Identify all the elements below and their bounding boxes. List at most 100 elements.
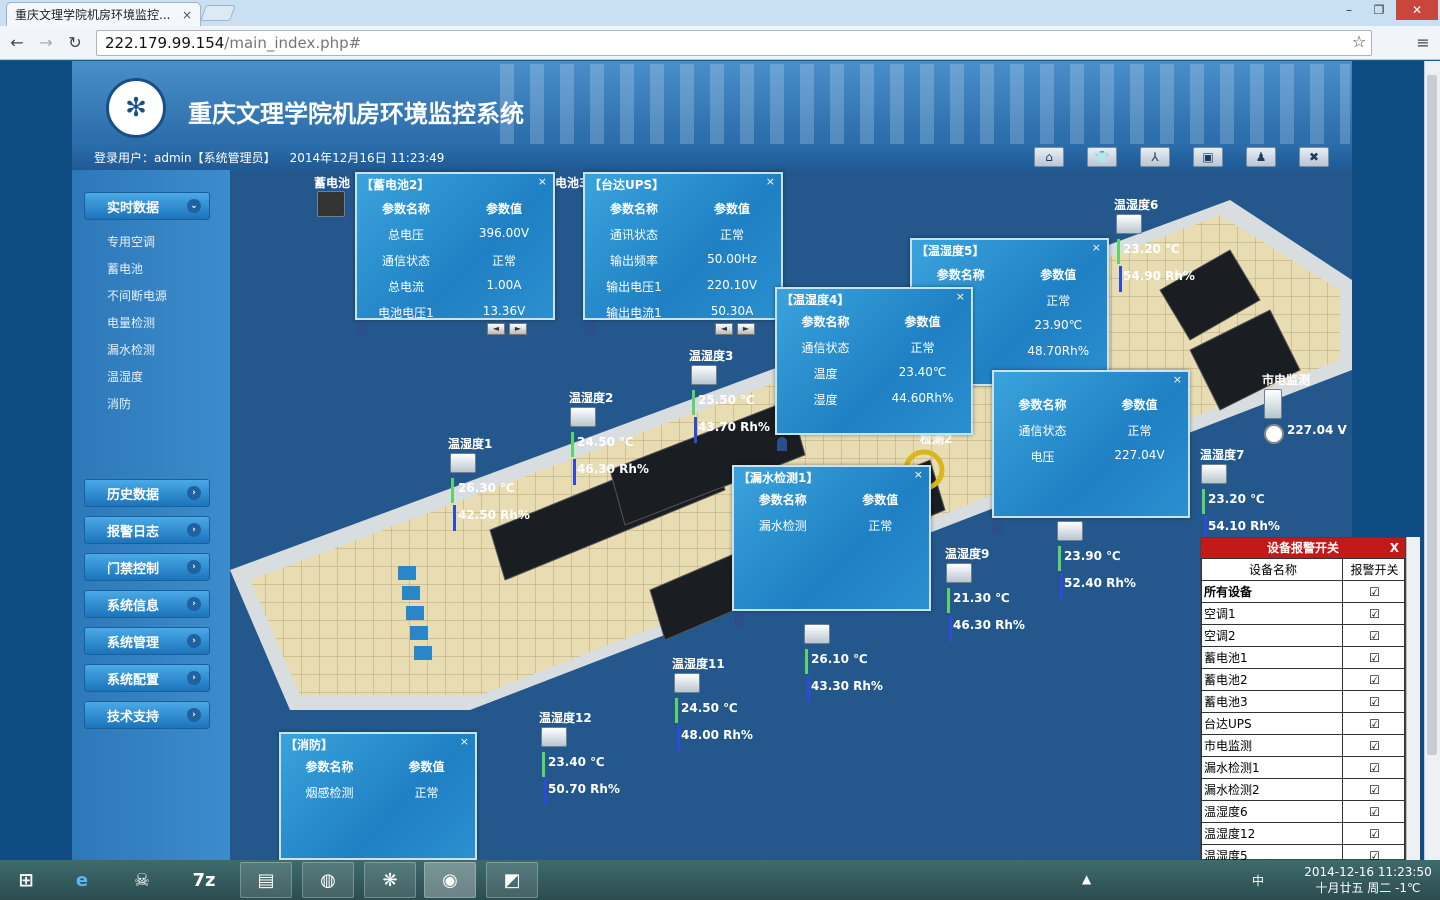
table-row: 蓄电池3 ☑ [1201, 690, 1405, 713]
battery-device-icon[interactable] [317, 191, 345, 217]
window-maximize-button[interactable]: ❐ [1364, 0, 1394, 20]
window-minimize-button[interactable]: – [1334, 0, 1364, 20]
reload-icon[interactable]: ↻ [64, 32, 86, 54]
temp-stick [1117, 239, 1120, 264]
alarm-panel-scrollbar[interactable] [1406, 537, 1420, 860]
thermometer-icon[interactable] [804, 624, 830, 644]
alarm-checkbox[interactable]: ☑ [1342, 822, 1405, 845]
sidebar-item-fire[interactable]: 消防 [107, 395, 131, 412]
back-icon[interactable]: ← [6, 32, 28, 54]
menu-tech-support[interactable]: 技术支持 › [84, 701, 210, 729]
taskbar-clock[interactable]: 2014-12-16 11:23:50 十月廿五 周二 -1℃ [1300, 864, 1436, 896]
menu-system-config[interactable]: 系统配置 › [84, 664, 210, 692]
thermometer-icon[interactable] [674, 673, 700, 693]
browser-menu-icon[interactable]: ≡ [1412, 32, 1434, 54]
alarm-checkbox[interactable]: ☑ [1342, 646, 1405, 669]
menu-history[interactable]: 历史数据 › [84, 479, 210, 507]
address-bar[interactable]: 222.179.99.154/main_index.php# [96, 30, 1372, 56]
page-scrollbar-thumb[interactable] [1427, 75, 1437, 755]
forward-icon[interactable]: → [35, 32, 57, 54]
menu-alarm-log[interactable]: 报警日志 › [84, 516, 210, 544]
skin-icon[interactable]: 👕 [1087, 147, 1117, 167]
thermometer-icon[interactable] [541, 727, 567, 747]
param-name: 电压 [1030, 450, 1055, 464]
sidebar-item-battery[interactable]: 蓄电池 [107, 260, 143, 277]
sidebar-item-leak[interactable]: 漏水检测 [107, 341, 155, 358]
menu-system-info[interactable]: 系统信息 › [84, 590, 210, 618]
col-param-name: 参数名称 [381, 202, 430, 216]
thermometer-icon[interactable] [946, 563, 972, 583]
close-icon[interactable]: × [460, 735, 469, 748]
sidebar-item-temp-humidity[interactable]: 温湿度 [107, 368, 143, 385]
ime-indicator[interactable]: 中 [1252, 872, 1264, 889]
tab-close-icon[interactable]: × [182, 8, 192, 22]
fullscreen-icon[interactable]: ▣ [1193, 147, 1223, 167]
sidebar-item-power[interactable]: 电量检测 [107, 314, 155, 331]
bookmark-star-icon[interactable]: ☆ [1348, 31, 1370, 53]
user-icon[interactable]: ♟ [1246, 147, 1276, 167]
mains-meter-icon[interactable] [1264, 389, 1282, 419]
7zip-icon[interactable]: 7z [178, 862, 230, 898]
sensor-humidity: 42.50 Rh% [458, 508, 530, 522]
sensor-name: 温湿度9 [945, 547, 990, 561]
sidebar-item-aircon[interactable]: 专用空调 [107, 233, 155, 250]
thermometer-icon[interactable] [1201, 464, 1227, 484]
close-icon[interactable]: × [956, 290, 965, 303]
thermometer-icon[interactable] [1057, 521, 1083, 541]
alarm-checkbox[interactable]: ☑ [1342, 712, 1405, 735]
prev-page-button[interactable]: ◄ [715, 323, 733, 335]
close-icon[interactable]: × [766, 175, 775, 188]
temp-stick [675, 698, 678, 723]
param-value: 23.40℃ [898, 365, 947, 379]
thermometer-icon[interactable] [691, 365, 717, 385]
prev-page-button[interactable]: ◄ [487, 323, 505, 335]
layout-icon[interactable]: ⅄ [1140, 147, 1170, 167]
alarm-checkbox[interactable]: ☑ [1342, 778, 1405, 801]
close-icon[interactable]: × [914, 468, 923, 481]
menu-realtime-data[interactable]: 实时数据 ⌄ [84, 192, 210, 220]
alarm-checkbox[interactable]: ☑ [1342, 624, 1405, 647]
app-icon[interactable]: ❋ [364, 862, 416, 898]
alarm-checkbox[interactable]: ☑ [1342, 756, 1405, 779]
start-button-icon[interactable]: ⊞ [0, 862, 52, 898]
close-icon[interactable]: × [538, 175, 547, 188]
next-page-button[interactable]: ► [737, 323, 755, 335]
alarm-checkbox[interactable]: ☑ [1342, 580, 1405, 603]
home-icon[interactable]: ⌂ [1034, 147, 1064, 167]
humidity-stick [1119, 266, 1122, 292]
close-icon[interactable]: × [1173, 373, 1182, 386]
thermometer-icon[interactable] [450, 453, 476, 473]
menu-access-control[interactable]: 门禁控制 › [84, 553, 210, 581]
skull-app-icon[interactable]: ☠ [116, 862, 168, 898]
thermometer-icon[interactable] [1116, 214, 1142, 234]
ie-icon[interactable]: e [56, 862, 108, 898]
window-close-button[interactable]: ✕ [1396, 0, 1438, 20]
param-value: 正常 [1127, 424, 1152, 438]
temp-stick [692, 390, 695, 415]
network-icon[interactable]: ◍ [302, 862, 354, 898]
popup-title: 【漏水检测1】 [738, 471, 819, 485]
file-explorer-icon[interactable]: ▤ [240, 862, 292, 898]
alarm-checkbox[interactable]: ☑ [1342, 602, 1405, 625]
notes-icon[interactable]: ◩ [486, 862, 538, 898]
sensor-humidity: 54.10 Rh% [1208, 519, 1280, 533]
tray-expand-icon[interactable]: ▲ [1082, 872, 1091, 886]
new-tab-button[interactable] [200, 5, 236, 21]
alarm-checkbox[interactable]: ☑ [1342, 734, 1405, 757]
logout-icon[interactable]: ✖ [1299, 147, 1329, 167]
browser-tab[interactable]: 重庆文理学院机房环境监控... × [6, 2, 201, 26]
menu-system-manage[interactable]: 系统管理 › [84, 627, 210, 655]
sensor-humidity: 54.90 Rh% [1123, 269, 1195, 283]
alarm-checkbox[interactable]: ☑ [1342, 668, 1405, 691]
sensor-temp: 24.50 ℃ [577, 435, 634, 449]
close-icon[interactable]: × [1092, 241, 1101, 254]
thermometer-icon[interactable] [570, 407, 596, 427]
close-icon[interactable]: X [1390, 538, 1399, 558]
sidebar-item-ups[interactable]: 不间断电源 [107, 287, 167, 304]
next-page-button[interactable]: ► [509, 323, 527, 335]
chrome-icon[interactable]: ◉ [424, 862, 476, 898]
alarm-checkbox[interactable]: ☑ [1342, 800, 1405, 823]
table-row: 温湿度12 ☑ [1201, 822, 1405, 845]
alarm-checkbox[interactable]: ☑ [1342, 690, 1405, 713]
param-name: 输出电压1 [606, 280, 662, 294]
